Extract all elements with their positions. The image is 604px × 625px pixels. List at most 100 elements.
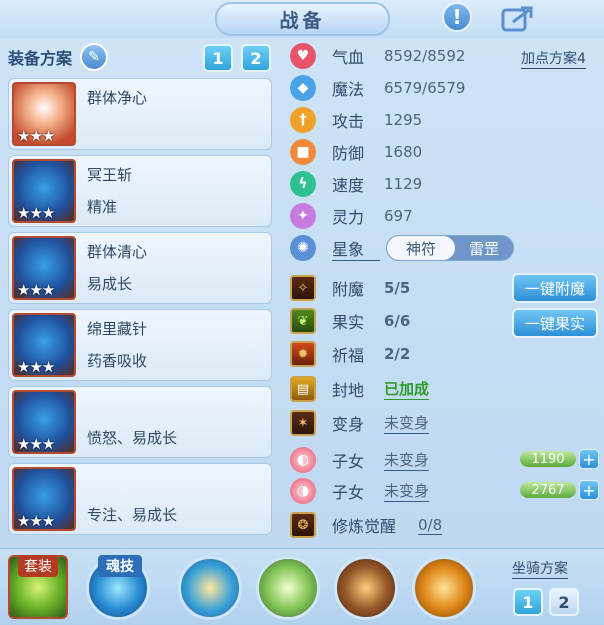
stat-row-defense: ■ 防御 1680	[290, 138, 422, 166]
equip-trait: 愤怒、易成长	[87, 429, 178, 447]
transform-icon: ✶	[290, 410, 316, 436]
star-rating: ★★★	[17, 512, 55, 530]
extra-value[interactable]: 0/8	[418, 516, 443, 535]
sword-icon: †	[290, 107, 316, 133]
child-icon: ◐	[290, 447, 316, 473]
stat-value: 6579/6579	[384, 79, 466, 97]
cultivation-icon: ❂	[290, 512, 316, 538]
stat-name: 防御	[332, 144, 365, 163]
stat-value: 8592/8592	[384, 47, 466, 65]
extra-name: 祈福	[332, 346, 365, 365]
plus-icon[interactable]: +	[579, 480, 599, 500]
stat-row-hp: ♥ 气血 8592/8592	[290, 42, 465, 70]
fief-icon: ▤	[290, 376, 316, 402]
sparkle-icon: ✦	[290, 203, 316, 229]
extra-value[interactable]: 已加成	[384, 378, 430, 400]
plus-icon[interactable]: +	[579, 449, 599, 469]
child2-icon: ◑	[290, 478, 316, 504]
one-click-fruit-button[interactable]: 一键果实	[512, 308, 598, 338]
star-sign-row: ✺ 星象	[290, 234, 380, 262]
equip-name: 绵里藏针	[87, 320, 148, 338]
equip-item[interactable]: ★★★ 专注、易成长	[8, 463, 272, 535]
extra-row-child-2: ◑ 子女 未变身	[290, 477, 430, 505]
star-sign-icon: ✺	[290, 235, 316, 261]
extra-row-enchant: ✧ 附魔 5/5	[290, 274, 410, 302]
extra-name: 封地	[332, 381, 365, 400]
equip-item[interactable]: ★★★ 冥王斩 精准	[8, 155, 272, 227]
extra-row-transform: ✶ 变身 未变身	[290, 409, 430, 437]
mount-plan-2-button[interactable]: 2	[549, 588, 579, 616]
equip-plan-2-button[interactable]: 2	[241, 44, 271, 72]
extra-name: 子女	[332, 483, 365, 502]
equip-item[interactable]: ★★★ 愤怒、易成长	[8, 386, 272, 458]
toggle-option-leigang[interactable]: 雷罡	[455, 236, 513, 260]
star-rating: ★★★	[17, 358, 55, 376]
extra-value: 5/5	[384, 279, 411, 297]
extra-row-cultivation: ❂ 修炼觉醒 0/8	[290, 511, 443, 539]
heart-icon: ♥	[290, 43, 316, 69]
child-1-value-bar: 1190	[520, 451, 576, 467]
stat-row-mp: ◆ 魔法 6579/6579	[290, 74, 465, 102]
extra-name: 变身	[332, 415, 365, 434]
star-rating: ★★★	[17, 281, 55, 299]
equip-trait: 专注、易成长	[87, 506, 178, 524]
stat-value: 1680	[384, 143, 423, 161]
star-sign-toggle[interactable]: 神符 雷罡	[386, 235, 514, 261]
mount-plan-label[interactable]: 坐骑方案	[512, 558, 568, 579]
equip-trait: 药香吸收	[87, 352, 148, 370]
equip-item[interactable]: ★★★ 群体净心	[8, 78, 272, 150]
stat-value: 1129	[384, 175, 423, 193]
fruit-icon: ❦	[290, 308, 316, 334]
extra-value[interactable]: 未变身	[384, 412, 430, 434]
toggle-option-shenfu[interactable]: 神符	[387, 236, 455, 260]
extra-row-child-1: ◐ 子女 未变身	[290, 446, 430, 474]
enchant-icon: ✧	[290, 275, 316, 301]
equip-plan-1-button[interactable]: 1	[203, 44, 233, 72]
extra-name: 附魔	[332, 280, 365, 299]
extra-row-fief: ▤ 封地 已加成	[290, 375, 430, 403]
mount-plan-1-button[interactable]: 1	[513, 588, 543, 616]
star-rating: ★★★	[17, 204, 55, 222]
extra-value[interactable]: 未变身	[384, 480, 430, 502]
stat-name: 攻击	[332, 112, 365, 131]
extra-row-blessing: ✹ 祈福 2/2	[290, 340, 410, 368]
equip-item[interactable]: ★★★ 绵里藏针 药香吸收	[8, 309, 272, 381]
equip-name: 群体清心	[87, 243, 148, 261]
stat-name: 魔法	[332, 80, 365, 99]
share-icon[interactable]	[501, 4, 537, 32]
skill-slot-4[interactable]	[412, 556, 476, 620]
page-title: 战备	[215, 2, 390, 36]
skill-slot-2[interactable]	[256, 556, 320, 620]
equip-item[interactable]: ★★★ 群体清心 易成长	[8, 232, 272, 304]
extra-row-fruit: ❦ 果实 6/6	[290, 307, 410, 335]
stat-name: 速度	[332, 176, 365, 195]
extra-value[interactable]: 未变身	[384, 449, 430, 471]
shield-icon: ■	[290, 139, 316, 165]
extra-name: 子女	[332, 452, 365, 471]
equip-name: 冥王斩	[87, 166, 133, 184]
child-2-value-bar: 2767	[520, 482, 576, 498]
stat-name: 灵力	[332, 208, 365, 227]
exclamation-icon[interactable]: !	[442, 2, 472, 32]
star-rating: ★★★	[17, 127, 55, 145]
star-sign-label[interactable]: 星象	[332, 236, 380, 261]
stat-row-spirit: ✦ 灵力 697	[290, 202, 413, 230]
stat-name: 气血	[332, 48, 365, 67]
stat-value: 1295	[384, 111, 423, 129]
equip-trait: 精准	[87, 198, 118, 216]
one-click-enchant-button[interactable]: 一键附魔	[512, 273, 598, 303]
star-rating: ★★★	[17, 435, 55, 453]
skill-slot-3[interactable]	[334, 556, 398, 620]
stat-row-speed: ϟ 速度 1129	[290, 170, 422, 198]
skill-slot-1[interactable]	[178, 556, 242, 620]
attribute-plan-link[interactable]: 加点方案4	[521, 48, 586, 69]
extra-name: 果实	[332, 313, 365, 332]
equip-plan-label: 装备方案	[8, 49, 73, 68]
extra-name: 修炼觉醒	[332, 517, 397, 536]
stat-row-attack: † 攻击 1295	[290, 106, 422, 134]
pencil-icon[interactable]: ✎	[80, 43, 109, 71]
suit-label: 套装	[18, 555, 58, 577]
soul-skill-label: 魂技	[98, 555, 142, 577]
equip-plan-header: 装备方案 ✎	[8, 42, 273, 72]
equip-name: 群体净心	[87, 89, 148, 107]
